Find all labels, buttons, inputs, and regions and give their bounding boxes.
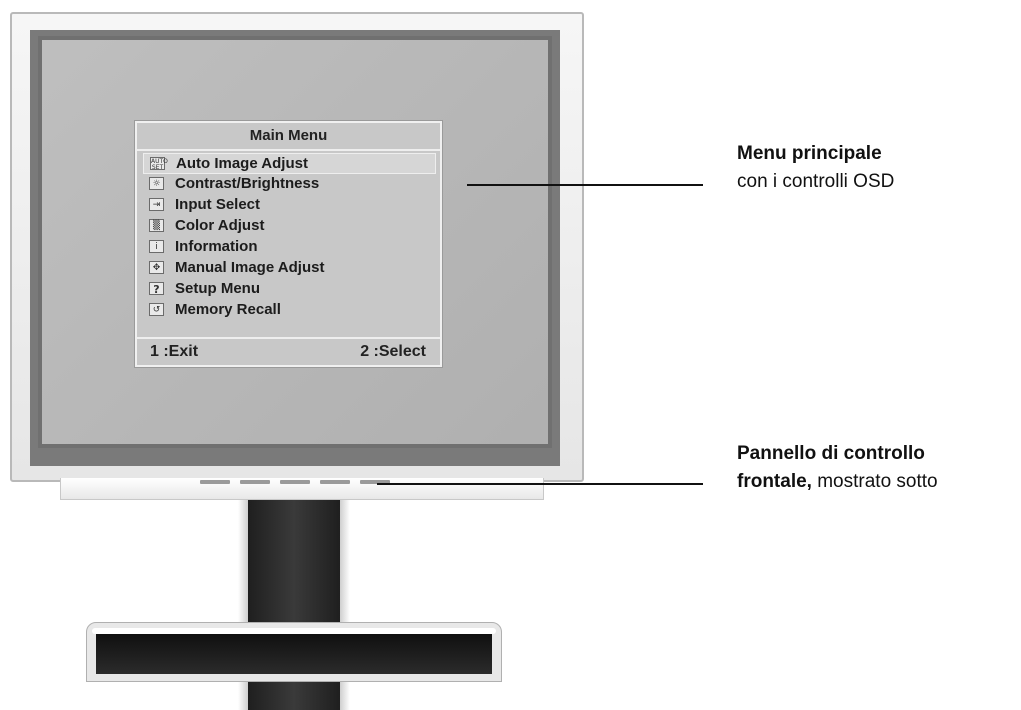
osd-item-label: Color Adjust bbox=[175, 217, 265, 234]
osd-item-auto-image-adjust[interactable]: AUTO SET Auto Image Adjust bbox=[143, 153, 436, 174]
control-panel-callout-bold: frontale, bbox=[737, 471, 812, 492]
exit-hint: 1 :Exit bbox=[150, 343, 199, 360]
control-panel-callout: Pannello di controllo frontale, mostrato… bbox=[737, 440, 938, 496]
osd-item-contrast-brightness[interactable]: ☼ Contrast/Brightness bbox=[143, 174, 436, 195]
control-panel-callout-title: Pannello di controllo bbox=[737, 443, 925, 464]
setup-menu-icon: ? bbox=[149, 282, 164, 296]
auto-set-icon: AUTO SET bbox=[150, 157, 168, 171]
osd-item-label: Input Select bbox=[175, 196, 261, 213]
control-panel-leader-line bbox=[377, 483, 703, 485]
manual-adjust-icon: ✥ bbox=[149, 261, 164, 274]
control-button-3[interactable] bbox=[280, 480, 310, 484]
select-hint: 2 :Select bbox=[360, 343, 426, 360]
control-panel-callout-text: mostrato sotto bbox=[811, 471, 938, 492]
osd-item-memory-recall[interactable]: ↺ Memory Recall bbox=[143, 300, 436, 321]
control-button-4[interactable] bbox=[320, 480, 350, 484]
main-menu-callout: Menu principale con i controlli OSD bbox=[737, 140, 894, 196]
osd-item-label: Auto Image Adjust bbox=[176, 155, 308, 172]
osd-footer: 1 :Exit 2 :Select bbox=[137, 337, 440, 365]
color-adjust-icon: ▒ bbox=[149, 219, 164, 232]
input-select-icon: ⇥ bbox=[149, 198, 164, 211]
memory-recall-icon: ↺ bbox=[149, 303, 164, 316]
osd-main-menu: Main Menu AUTO SET Auto Image Adjust ☼ C… bbox=[135, 121, 442, 367]
stand-base-front bbox=[96, 634, 492, 674]
osd-item-input-select[interactable]: ⇥ Input Select bbox=[143, 195, 436, 216]
information-icon: i bbox=[149, 240, 164, 253]
control-button-2[interactable] bbox=[240, 480, 270, 484]
control-button-1[interactable] bbox=[200, 480, 230, 484]
osd-item-setup-menu[interactable]: ? Setup Menu bbox=[143, 279, 436, 300]
osd-item-information[interactable]: i Information bbox=[143, 237, 436, 258]
main-menu-callout-title: Menu principale bbox=[737, 143, 882, 164]
brightness-icon: ☼ bbox=[149, 177, 164, 190]
osd-item-label: Information bbox=[175, 238, 258, 255]
osd-item-manual-image-adjust[interactable]: ✥ Manual Image Adjust bbox=[143, 258, 436, 279]
main-menu-leader-line bbox=[467, 184, 703, 186]
osd-item-label: Memory Recall bbox=[175, 301, 281, 318]
osd-item-label: Manual Image Adjust bbox=[175, 259, 325, 276]
osd-item-label: Setup Menu bbox=[175, 280, 260, 297]
main-menu-callout-text: con i controlli OSD bbox=[737, 171, 895, 192]
osd-item-color-adjust[interactable]: ▒ Color Adjust bbox=[143, 216, 436, 237]
osd-item-label: Contrast/Brightness bbox=[175, 175, 320, 192]
osd-title: Main Menu bbox=[137, 123, 440, 151]
